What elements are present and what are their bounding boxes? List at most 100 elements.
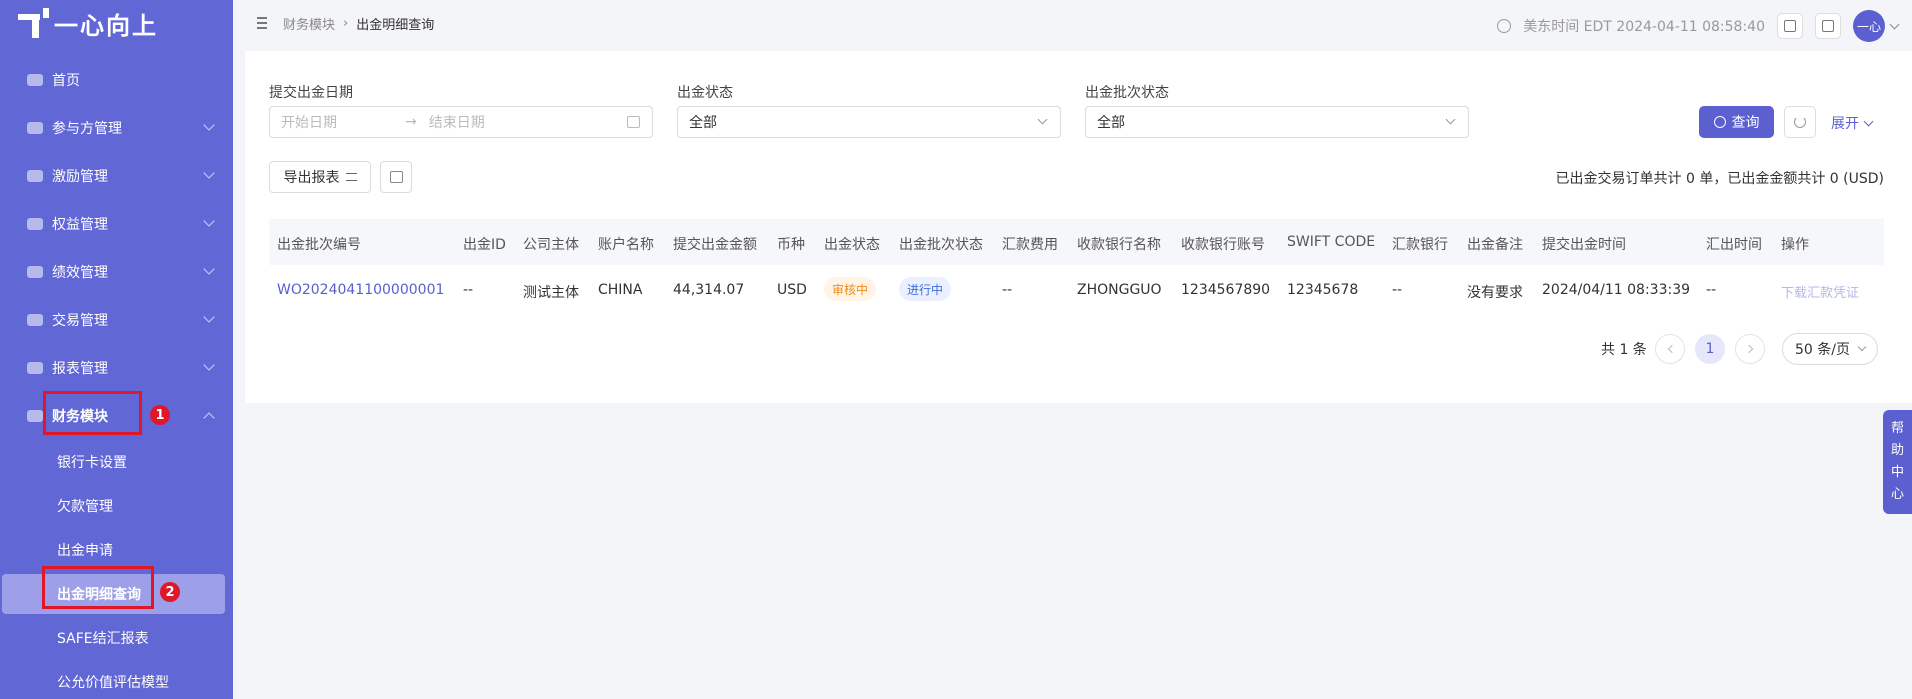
cell-amount: 44,314.07 — [673, 282, 745, 298]
date-range-picker[interactable]: 开始日期 → 结束日期 — [269, 106, 653, 138]
column-header: 出金状态 — [824, 237, 880, 253]
chevron-down-icon — [203, 311, 215, 323]
chevron-down-icon — [203, 263, 215, 275]
next-page-button[interactable] — [1735, 334, 1765, 364]
refresh-icon — [1794, 116, 1806, 128]
status-select[interactable]: 全部 — [677, 106, 1061, 138]
breadcrumb-current: 出金明细查询 — [356, 17, 435, 33]
prev-page-button[interactable] — [1655, 334, 1685, 364]
cell-account: CHINA — [598, 282, 643, 298]
sidebar-subitem-label: 欠款管理 — [57, 499, 113, 515]
current-time: 美东时间 EDT 2024-04-11 08:58:40 — [1523, 19, 1765, 35]
column-header: 提交出金时间 — [1542, 237, 1626, 253]
breadcrumb-parent[interactable]: 财务模块 — [283, 14, 335, 33]
sidebar-item-label: 报表管理 — [52, 361, 108, 377]
participants-icon — [26, 120, 44, 136]
chevron-down-icon — [1445, 114, 1456, 125]
logo[interactable]: 一心向上 — [0, 0, 233, 46]
task-button[interactable] — [1777, 13, 1803, 39]
annotation-badge-2: 2 — [160, 582, 180, 602]
sidebar-item-equity[interactable]: 权益管理 — [0, 200, 233, 248]
sidebar-item-trading[interactable]: 交易管理 — [0, 296, 233, 344]
chevron-down-icon — [1863, 116, 1874, 126]
sidebar-subitem-fair-value[interactable]: 公允价值评估模型 — [0, 660, 233, 699]
sidebar-item-home[interactable]: 首页 — [0, 56, 233, 104]
cell-id: -- — [463, 282, 474, 298]
finance-icon — [26, 408, 44, 424]
sidebar-item-label: 绩效管理 — [52, 265, 108, 281]
download-voucher-link[interactable]: 下载汇款凭证 — [1781, 282, 1859, 301]
chevron-up-icon — [203, 412, 215, 424]
export-report-button[interactable]: 导出报表 — [269, 161, 371, 193]
cell-submit-time: 2024/04/11 08:33:39 — [1542, 282, 1691, 298]
page-number[interactable]: 1 — [1695, 334, 1725, 364]
sidebar-subitem-debt[interactable]: 欠款管理 — [0, 484, 233, 528]
expand-link[interactable]: 展开 — [1831, 113, 1874, 133]
end-date-input[interactable]: 结束日期 — [429, 112, 485, 132]
sidebar-subitem-safe-report[interactable]: SAFE结汇报表 — [0, 616, 233, 660]
header-right: 美东时间 EDT 2024-04-11 08:58:40 一心 — [1497, 10, 1900, 42]
sidebar-item-label: 首页 — [52, 73, 80, 89]
batch-status-filter-label: 出金批次状态 — [1085, 85, 1169, 101]
cell-swift: 12345678 — [1287, 282, 1359, 298]
export-button-label: 导出报表 — [283, 170, 340, 186]
sidebar-subitem-bank-card[interactable]: 银行卡设置 — [0, 440, 233, 484]
collapse-menu-icon[interactable] — [253, 16, 269, 30]
help-center-tab[interactable]: 帮 助 中 心 — [1883, 410, 1912, 514]
column-header: 收款银行账号 — [1181, 237, 1265, 253]
column-header: 公司主体 — [523, 237, 579, 253]
sidebar-item-label: 激励管理 — [52, 169, 108, 185]
sidebar-item-performance[interactable]: 绩效管理 — [0, 248, 233, 296]
logo-mark-icon — [18, 8, 49, 38]
column-header: 出金备注 — [1467, 237, 1523, 253]
sidebar-item-reports[interactable]: 报表管理 — [0, 344, 233, 392]
column-header: 出金批次编号 — [277, 237, 361, 253]
main-panel: 提交出金日期 开始日期 → 结束日期 出金状态 全部 出金批次状态 全部 查询 … — [245, 51, 1912, 403]
cell-remit-bank: -- — [1392, 282, 1403, 298]
clock-icon — [1497, 19, 1512, 33]
sidebar-item-incentives[interactable]: 激励管理 — [0, 152, 233, 200]
table-row: WO2024041100000001 -- 测试主体 CHINA 44,314.… — [269, 265, 1884, 315]
page-size-value: 50 条/页 — [1795, 342, 1850, 358]
query-button[interactable]: 查询 — [1699, 106, 1774, 138]
cell-remit-time: -- — [1706, 282, 1717, 298]
trading-icon — [26, 312, 44, 328]
sidebar-item-label: 交易管理 — [52, 313, 108, 329]
cell-bank-account: 1234567890 — [1181, 282, 1271, 298]
help-char: 助 — [1890, 443, 1904, 458]
date-filter-label: 提交出金日期 — [269, 85, 353, 101]
column-header: SWIFT CODE — [1287, 234, 1376, 250]
breadcrumb: 财务模块 › 出金明细查询 — [283, 14, 434, 33]
sidebar-subitem-label: 出金申请 — [57, 543, 113, 559]
cell-bank-name: ZHONGGUO — [1077, 282, 1162, 298]
chevron-right-icon — [1744, 344, 1753, 354]
annotation-badge-1: 1 — [150, 405, 170, 425]
chevron-down-icon — [203, 119, 215, 131]
status-badge: 审核中 — [824, 277, 877, 301]
batch-status-badge: 进行中 — [899, 277, 952, 301]
report-icon — [26, 360, 44, 376]
topbar: 财务模块 › 出金明细查询 美东时间 EDT 2024-04-11 08:58:… — [233, 0, 1912, 46]
status-filter-label: 出金状态 — [677, 85, 733, 101]
batch-status-select[interactable]: 全部 — [1085, 106, 1469, 138]
help-char: 帮 — [1890, 421, 1904, 436]
column-header: 出金批次状态 — [899, 237, 983, 253]
incentive-icon — [26, 168, 44, 184]
search-icon — [1713, 116, 1726, 128]
column-settings-button[interactable] — [380, 161, 412, 193]
cell-fee: -- — [1002, 282, 1013, 298]
reset-button[interactable] — [1784, 106, 1816, 138]
chevron-down-icon[interactable] — [1889, 19, 1900, 29]
help-char: 心 — [1890, 487, 1904, 502]
sidebar-item-participants[interactable]: 参与方管理 — [0, 104, 233, 152]
performance-icon — [26, 264, 44, 280]
column-header: 出金ID — [463, 237, 506, 253]
batch-number-link[interactable]: WO2024041100000001 — [277, 282, 444, 298]
avatar[interactable]: 一心 — [1853, 10, 1885, 42]
calendar-icon — [627, 116, 640, 128]
notice-button[interactable] — [1815, 13, 1841, 39]
start-date-input[interactable]: 开始日期 — [281, 112, 337, 132]
page-size-select[interactable]: 50 条/页 — [1782, 333, 1878, 365]
expand-link-label: 展开 — [1831, 116, 1859, 132]
pagination-total: 共 1 条 — [1601, 342, 1647, 358]
